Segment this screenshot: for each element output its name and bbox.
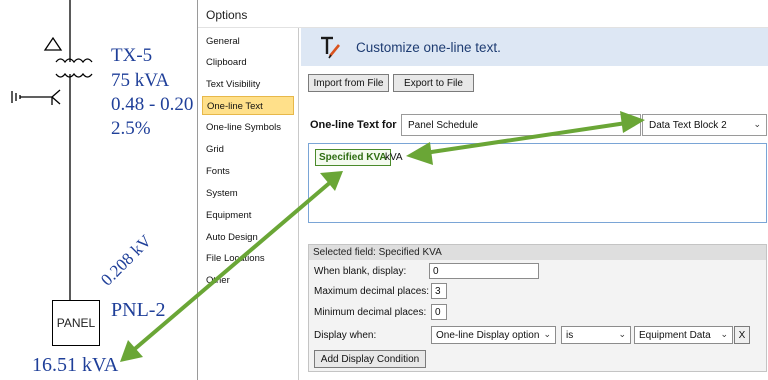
condition-field-select[interactable]: One-line Display option ⌄ xyxy=(431,326,556,344)
display-when-label: Display when: xyxy=(314,330,377,341)
add-display-condition-button[interactable]: Add Display Condition xyxy=(314,350,426,368)
options-nav: General Clipboard Text Visibility One-li… xyxy=(198,28,299,380)
nav-item-equipment[interactable]: Equipment xyxy=(202,206,294,225)
nav-item-one-line-symbols[interactable]: One-line Symbols xyxy=(202,118,294,137)
panel-name: PNL-2 xyxy=(111,299,166,321)
field-suffix-text: kVA xyxy=(385,152,403,163)
condition-value-select[interactable]: Equipment Data ⌄ xyxy=(634,326,733,344)
transformer-kva: 75 kVA xyxy=(111,70,170,91)
chevron-down-icon: ⌄ xyxy=(753,119,761,129)
transformer-voltage: 0.48 - 0.20 xyxy=(111,94,194,115)
chevron-down-icon: ⌄ xyxy=(627,119,635,129)
nav-item-general[interactable]: General xyxy=(202,32,294,51)
one-line-text-for-label: One-line Text for xyxy=(310,119,397,131)
primary-winding xyxy=(55,58,93,64)
nav-item-system[interactable]: System xyxy=(202,184,294,203)
panel-header: Customize one-line text. xyxy=(301,28,768,66)
text-pen-icon xyxy=(321,36,341,59)
one-line-text-for-value: Panel Schedule xyxy=(408,120,479,131)
nav-item-other[interactable]: Other xyxy=(202,271,294,290)
condition-value-value: Equipment Data xyxy=(639,330,711,341)
when-blank-label: When blank, display: xyxy=(314,266,407,277)
min-decimals-label: Minimum decimal places: xyxy=(314,307,427,318)
when-blank-input[interactable]: 0 xyxy=(429,263,539,279)
selected-field-header: Selected field: Specified KVA xyxy=(309,245,766,260)
nav-item-text-visibility[interactable]: Text Visibility xyxy=(202,75,294,94)
one-line-text-panel: Customize one-line text. Import from Fil… xyxy=(301,28,768,380)
one-line-diagram: TX-5 75 kVA 0.48 - 0.20 2.5% 0.208 kV PA… xyxy=(0,0,200,380)
condition-operator-select[interactable]: is ⌄ xyxy=(561,326,631,344)
condition-operator-value: is xyxy=(566,330,574,341)
export-to-file-button[interactable]: Export to File xyxy=(393,74,474,92)
nav-item-clipboard[interactable]: Clipboard xyxy=(202,53,294,72)
transformer-name: TX-5 xyxy=(111,45,153,66)
remove-condition-button[interactable]: X xyxy=(734,326,750,344)
panel-title: Customize one-line text. xyxy=(356,40,501,55)
secondary-winding xyxy=(55,72,93,78)
chevron-down-icon: ⌄ xyxy=(618,329,626,339)
one-line-text-editor[interactable]: Specified KVA kVA xyxy=(308,143,767,223)
nav-item-auto-design[interactable]: Auto Design xyxy=(202,228,294,247)
selected-field-group: Selected field: Specified KVA When blank… xyxy=(308,244,767,372)
transformer-impedance: 2.5% xyxy=(111,118,151,139)
chevron-down-icon: ⌄ xyxy=(720,329,728,339)
panel-symbol[interactable]: PANEL xyxy=(52,300,100,346)
text-block-value: Data Text Block 2 xyxy=(649,120,727,131)
panel-kva-label: 16.51 kVA xyxy=(32,354,119,376)
condition-field-value: One-line Display option xyxy=(436,330,540,341)
text-block-select[interactable]: Data Text Block 2 ⌄ xyxy=(642,114,767,136)
nav-item-grid[interactable]: Grid xyxy=(202,140,294,159)
dialog-title: Options xyxy=(198,0,768,28)
import-from-file-button[interactable]: Import from File xyxy=(308,74,389,92)
delta-symbol xyxy=(43,36,63,51)
min-decimals-input[interactable]: 0 xyxy=(431,304,447,320)
max-decimals-label: Maximum decimal places: xyxy=(314,286,430,297)
field-token-specified-kva[interactable]: Specified KVA xyxy=(315,149,391,166)
max-decimals-input[interactable]: 3 xyxy=(431,283,447,299)
nav-item-one-line-text[interactable]: One-line Text xyxy=(202,96,294,115)
options-dialog: Options General Clipboard Text Visibilit… xyxy=(197,0,768,380)
nav-item-fonts[interactable]: Fonts xyxy=(202,162,294,181)
nav-item-file-locations[interactable]: File Locations xyxy=(202,249,294,268)
chevron-down-icon: ⌄ xyxy=(543,329,551,339)
one-line-text-for-select[interactable]: Panel Schedule ⌄ xyxy=(401,114,641,136)
diagram-symbols xyxy=(11,0,93,300)
